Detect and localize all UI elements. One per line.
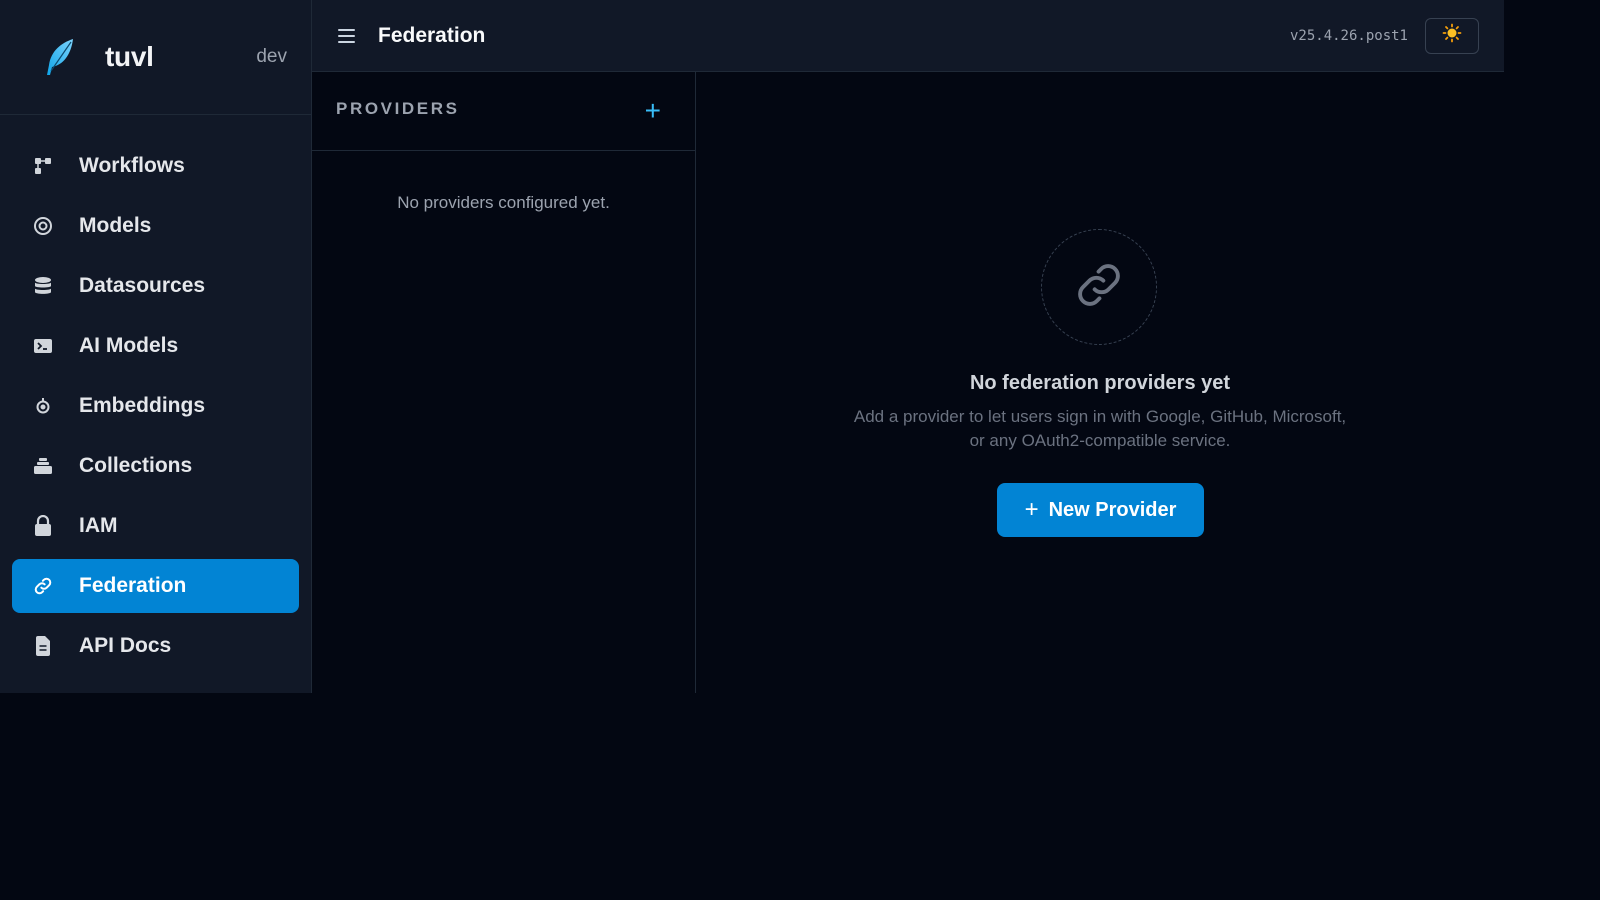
main-content: No federation providers yet Add a provid… (696, 72, 1504, 693)
sidebar-item-workflows[interactable]: Workflows (12, 139, 299, 193)
sidebar-item-label: Models (79, 214, 152, 237)
empty-state-description: Add a provider to let users sign in with… (853, 407, 1347, 450)
version-label: v25.4.26.post1 (1289, 27, 1408, 44)
theme-toggle-button[interactable] (1425, 17, 1479, 54)
sidebar-item-federation[interactable]: Federation (12, 559, 299, 613)
providers-empty-message: No providers configured yet. (397, 193, 610, 212)
layers-icon (32, 455, 54, 477)
sidebar-item-label: API Docs (79, 634, 172, 657)
sidebar-item-datasources[interactable]: Datasources (12, 259, 299, 313)
menu-icon[interactable] (338, 26, 358, 46)
providers-header: PROVIDERS + (312, 72, 695, 151)
sidebar-item-label: Embeddings (79, 394, 206, 417)
page-title: Federation (378, 23, 486, 47)
sidebar-item-label: Collections (79, 454, 193, 477)
sidebar: tuvl dev Workflows Models Datasources AI… (0, 0, 312, 693)
sidebar-item-collections[interactable]: Collections (12, 439, 299, 493)
terminal-icon (32, 335, 54, 357)
sidebar-item-label: Datasources (79, 274, 206, 297)
sidebar-item-label: Federation (79, 574, 187, 597)
sun-icon (1442, 23, 1462, 48)
top-header: Federation v25.4.26.post1 (312, 0, 1504, 72)
sidebar-nav: Workflows Models Datasources AI Models E… (0, 0, 311, 657)
lock-icon (32, 515, 54, 537)
embedding-icon (32, 395, 54, 417)
providers-panel: PROVIDERS + No providers configured yet. (312, 72, 696, 693)
link-icon (32, 575, 54, 597)
sidebar-item-api-docs[interactable]: API Docs (12, 619, 299, 673)
sidebar-item-embeddings[interactable]: Embeddings (12, 379, 299, 433)
sidebar-item-ai-models[interactable]: AI Models (12, 319, 299, 373)
new-provider-button[interactable]: + New Provider (997, 483, 1204, 537)
target-icon (32, 215, 54, 237)
database-icon (32, 275, 54, 297)
empty-state-title: No federation providers yet (969, 372, 1231, 394)
document-icon (32, 635, 54, 657)
sidebar-item-label: Workflows (79, 154, 185, 177)
sidebar-item-iam[interactable]: IAM (12, 499, 299, 553)
workflow-icon (32, 155, 54, 177)
app-shell: tuvl dev Workflows Models Datasources AI… (0, 0, 1504, 693)
link-icon (1073, 259, 1125, 316)
plus-icon: + (1024, 496, 1039, 523)
sidebar-item-label: AI Models (79, 334, 179, 357)
sidebar-item-label: IAM (79, 514, 118, 537)
providers-title: PROVIDERS (336, 99, 460, 118)
add-provider-icon-button[interactable]: + (645, 97, 661, 125)
sidebar-item-models[interactable]: Models (12, 199, 299, 253)
empty-state-illustration (1041, 229, 1157, 345)
new-provider-label: New Provider (1048, 498, 1177, 521)
